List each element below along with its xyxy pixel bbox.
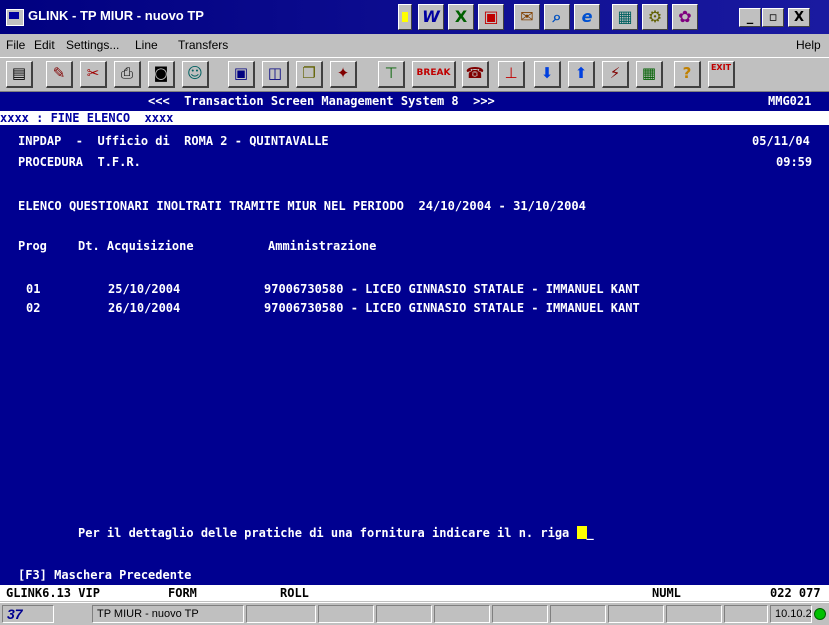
date-text: 05/11/04 (752, 134, 810, 148)
keyboard-icon[interactable]: ▦ (636, 61, 663, 88)
connection-status-icon (814, 608, 826, 620)
key-down-icon[interactable]: ⊤ (378, 61, 405, 88)
plug-icon[interactable]: ⚡ (602, 61, 629, 88)
procedura-line: PROCEDURA T.F.R. (18, 155, 141, 169)
elenco-title: ELENCO QUESTIONARI INOLTRATI TRAMITE MIU… (18, 199, 586, 213)
session-name: TP MIUR - nuovo TP (92, 605, 244, 623)
row-1-admin: 97006730580 - LICEO GINNASIO STATALE - I… (264, 282, 640, 296)
user-icon[interactable]: ☺ (182, 61, 209, 88)
screen-icon[interactable]: ▣ (228, 61, 255, 88)
arrow-up-icon[interactable]: ⬆ (568, 61, 595, 88)
excel-icon[interactable]: X (448, 4, 474, 30)
status-cell-8 (666, 605, 722, 623)
minimize-button[interactable]: _ (739, 8, 761, 27)
settings-icon[interactable]: ⚙ (642, 4, 668, 30)
emulator-version: GLINK6.13 VIP (6, 586, 100, 600)
calculator-icon[interactable]: ▦ (612, 4, 638, 30)
word-icon[interactable]: W (418, 4, 444, 30)
menu-edit[interactable]: Edit (34, 38, 55, 52)
find-icon[interactable]: ⌕ (544, 4, 570, 30)
menu-help[interactable]: Help (796, 38, 821, 52)
status-cell-3 (376, 605, 432, 623)
key-up-icon[interactable]: ⊥ (498, 61, 525, 88)
column-date: Dt. Acquisizione (78, 239, 194, 253)
row-1-date: 25/10/2004 (108, 282, 181, 296)
window-title: GLINK - TP MIUR - nuovo TP (28, 8, 204, 23)
edit-icon[interactable]: ✂ (80, 61, 107, 88)
f3-back-hint[interactable]: [F3] Maschera Precedente (18, 568, 191, 582)
status-cell-9 (724, 605, 768, 623)
arrow-down-icon[interactable]: ⬇ (534, 61, 561, 88)
break-button[interactable]: BREAK (412, 61, 456, 88)
row-2-admin: 97006730580 - LICEO GINNASIO STATALE - I… (264, 301, 640, 315)
toolbar: ▤ ✎ ✂ ⎙ ◙ ☺ ▣ ◫ ❐ ✦ ⊤ BREAK ☎ ⊥ ⬇ ⬆ ⚡ ▦ … (0, 57, 829, 92)
camera-icon[interactable]: ◙ (148, 61, 175, 88)
book-icon[interactable]: ✦ (330, 61, 357, 88)
app-icon[interactable] (6, 9, 24, 26)
row-2-date: 26/10/2004 (108, 301, 181, 315)
cursor-input[interactable] (576, 526, 587, 539)
pin-icon[interactable]: ✎ (46, 61, 73, 88)
internet-explorer-icon[interactable]: e (574, 4, 600, 30)
window-icon[interactable]: ◫ (262, 61, 289, 88)
copy-icon[interactable]: ❐ (296, 61, 323, 88)
menu-file[interactable]: File (6, 38, 25, 52)
office-icon[interactable]: ✿ (672, 4, 698, 30)
powerpoint-icon[interactable]: ▣ (478, 4, 504, 30)
title-bar: GLINK - TP MIUR - nuovo TP W X ▣ ✉ ⌕ e ▦… (0, 0, 829, 34)
mail-icon[interactable]: ✉ (514, 4, 540, 30)
terminal-screen[interactable]: <<< Transaction Screen Management System… (0, 92, 829, 585)
print-icon[interactable]: ⎙ (114, 61, 141, 88)
inpdap-office-line: INPDAP - Ufficio di ROMA 2 - QUINTAVALLE (18, 134, 329, 148)
tray-indicator-icon (398, 4, 412, 30)
glink-logo-cell: 37 (2, 605, 54, 623)
status-cell-2 (318, 605, 374, 623)
close-button[interactable]: X (788, 8, 810, 27)
menu-settings[interactable]: Settings... (66, 38, 119, 52)
menu-bar: File Edit Settings... Line Transfers Hel… (0, 34, 829, 56)
detail-prompt: Per il dettaglio delle pratiche di una f… (78, 526, 594, 540)
save-icon[interactable]: ▤ (6, 61, 33, 88)
column-prog: Prog (18, 239, 47, 253)
clock: 10.10.23 (770, 605, 812, 623)
help-icon[interactable]: ? (674, 61, 701, 88)
row-2-prog: 02 (26, 301, 41, 315)
roll-indicator: ROLL (280, 586, 309, 600)
status-cell-5 (492, 605, 548, 623)
exit-button[interactable]: EXIT (708, 61, 735, 88)
status-cell-6 (550, 605, 606, 623)
terminal-status-strip: GLINK6.13 VIP FORM ROLL NUML 022 077 (0, 585, 829, 601)
row-1-prog: 01 (26, 282, 41, 296)
status-cell-7 (608, 605, 664, 623)
form-indicator: FORM (168, 586, 197, 600)
tsms-header: <<< Transaction Screen Management System… (148, 94, 495, 108)
numl-indicator: NUML (652, 586, 681, 600)
status-cell-4 (434, 605, 490, 623)
cursor-position: 022 077 (770, 586, 821, 600)
menu-line[interactable]: Line (135, 38, 158, 52)
restore-button[interactable]: ▫ (762, 8, 784, 27)
status-bar: 37 TP MIUR - nuovo TP 10.10.23 (0, 602, 829, 625)
column-admin: Amministrazione (268, 239, 377, 253)
fine-elenco-text: xxxx : FINE ELENCO xxxx (0, 111, 174, 125)
phone-icon[interactable]: ☎ (462, 61, 489, 88)
time-text: 09:59 (776, 155, 813, 169)
screen-code: MMG021 (768, 94, 812, 108)
status-cell-1 (246, 605, 316, 623)
menu-transfers[interactable]: Transfers (178, 38, 228, 52)
